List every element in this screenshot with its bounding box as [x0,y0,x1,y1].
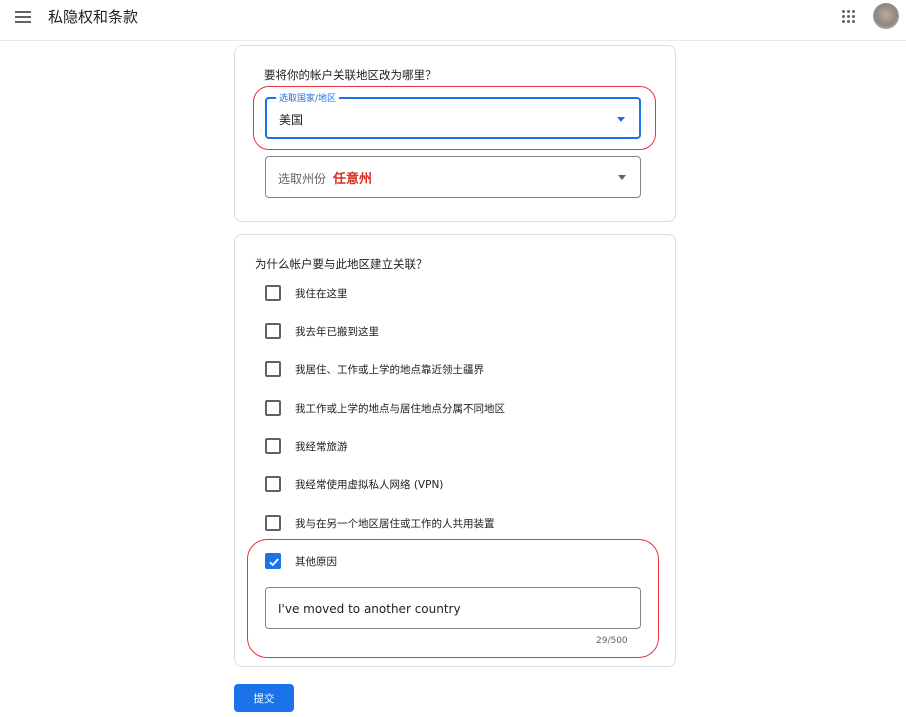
country-select-label: 选取国家/地区 [276,91,340,104]
google-apps-grid-icon[interactable] [842,10,856,24]
checkbox[interactable] [265,476,281,492]
checkbox[interactable] [265,515,281,531]
reason-option-label: 其他原因 [295,556,337,568]
reason-option-label: 我与在另一个地区居住或工作的人共用装置 [295,518,495,530]
state-select[interactable]: 选取州份 任意州 [265,156,641,198]
reason-option-label: 我经常旅游 [295,441,348,453]
state-annotation: 任意州 [333,172,373,187]
hamburger-menu-icon[interactable] [15,11,31,23]
checkmark-icon [269,558,279,567]
checkbox[interactable] [265,323,281,339]
checkbox[interactable] [265,438,281,454]
country-select-value: 美国 [279,113,304,127]
reason-option-label: 我住在这里 [295,288,348,300]
submit-button[interactable]: 提交 [234,684,294,712]
account-avatar[interactable] [873,3,899,29]
checkbox[interactable] [265,400,281,416]
other-reason-value: I've moved to another country [278,602,461,616]
state-select-placeholder: 选取州份 [278,172,327,186]
dropdown-arrow-icon [618,175,626,180]
checkbox[interactable] [265,285,281,301]
page-title: 私隐权和条款 [48,8,139,26]
region-question: 要将你的帐户关联地区改为哪里？ [264,68,437,82]
checkbox-checked[interactable] [265,553,281,569]
character-counter: 29/500 [596,636,628,646]
reason-option-label: 我工作或上学的地点与居住地点分属不同地区 [295,403,505,415]
reason-question: 为什么帐户要与此地区建立关联？ [255,257,428,271]
reason-option-label: 我经常使用虚拟私人网络 (VPN) [295,479,444,491]
reason-option-label: 我去年已搬到这里 [295,326,379,338]
reason-option-label: 我居住、工作或上学的地点靠近领土疆界 [295,364,484,376]
checkbox[interactable] [265,361,281,377]
other-reason-input[interactable]: I've moved to another country [265,587,641,629]
top-app-bar: 私隐权和条款 [0,0,906,41]
country-select[interactable]: 选取国家/地区 美国 [265,91,641,139]
dropdown-arrow-icon [617,117,625,122]
